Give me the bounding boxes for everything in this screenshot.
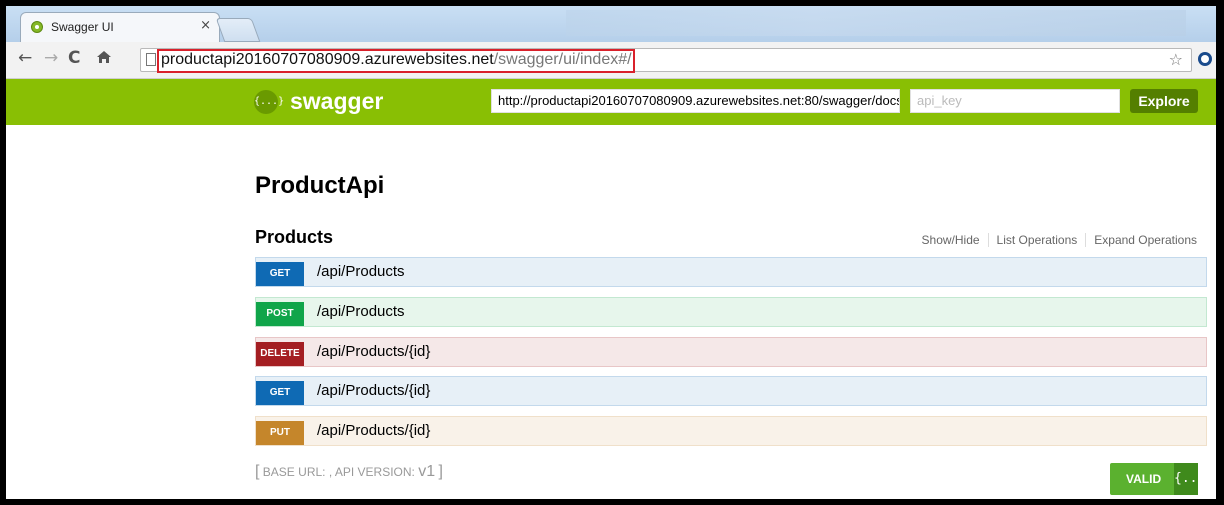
operation-path[interactable]: /api/Products/{id} xyxy=(317,343,430,360)
http-method-badge[interactable]: PUT xyxy=(256,421,304,445)
resource-actions: Show/Hide List Operations Expand Operati… xyxy=(922,233,1197,247)
api-version-label: API VERSION xyxy=(334,465,412,479)
show-hide-link[interactable]: Show/Hide xyxy=(922,233,988,247)
swagger-logo[interactable]: {...} swagger xyxy=(254,88,383,115)
extension-icon[interactable] xyxy=(1196,50,1214,68)
operation-post-products[interactable]: POST /api/Products xyxy=(255,297,1207,327)
bookmark-star-icon[interactable]: ☆ xyxy=(1169,50,1183,69)
swagger-logo-text: swagger xyxy=(290,88,384,114)
url-host: productapi20160707080909.azurewebsites.n… xyxy=(161,51,494,68)
base-url-label: BASE URL xyxy=(262,465,323,479)
http-method-badge[interactable]: GET xyxy=(256,262,304,286)
operation-get-product-by-id[interactable]: GET /api/Products/{id} xyxy=(255,376,1207,406)
explore-button[interactable]: Explore xyxy=(1130,89,1198,113)
api-title: ProductApi xyxy=(255,172,385,199)
browser-toolbar: ← → C productapi20160707080909.azurewebs… xyxy=(6,42,1216,79)
http-method-badge[interactable]: GET xyxy=(256,381,304,405)
operation-delete-product[interactable]: DELETE /api/Products/{id} xyxy=(255,337,1207,367)
url-text[interactable]: productapi20160707080909.azurewebsites.n… xyxy=(161,50,632,70)
api-version-value: v1 xyxy=(418,463,436,480)
bracket-open: [ xyxy=(255,463,260,480)
validator-label: VALID xyxy=(1126,472,1162,486)
api-info-footer: [ BASE URL: , API VERSION: v1 ] xyxy=(255,463,443,481)
swagger-logo-icon: {...} xyxy=(254,89,284,114)
resource-name[interactable]: Products xyxy=(255,227,333,248)
operation-path[interactable]: /api/Products/{id} xyxy=(317,422,430,439)
address-bar[interactable]: productapi20160707080909.azurewebsites.n… xyxy=(140,48,1192,73)
expand-operations-link[interactable]: Expand Operations xyxy=(1085,233,1197,247)
operation-path[interactable]: /api/Products xyxy=(317,303,405,320)
swagger-favicon-icon xyxy=(31,21,43,33)
url-path: /swagger/ui/index#/ xyxy=(493,51,632,68)
page-icon xyxy=(146,53,156,66)
title-bar-background xyxy=(566,10,1186,36)
swagger-header: {...} swagger http://productapi201607070… xyxy=(6,79,1216,125)
new-tab-button[interactable] xyxy=(215,18,261,42)
validator-swagger-icon: {...} xyxy=(1174,463,1213,495)
home-icon[interactable] xyxy=(96,49,112,70)
validator-badge[interactable]: VALID {...} xyxy=(1110,463,1213,495)
reload-icon[interactable]: C xyxy=(68,48,80,68)
http-method-badge[interactable]: DELETE xyxy=(256,342,304,366)
operation-path[interactable]: /api/Products xyxy=(317,263,405,280)
forward-arrow-icon[interactable]: → xyxy=(44,48,58,68)
back-arrow-icon[interactable]: ← xyxy=(18,48,32,68)
base-url-input[interactable]: http://productapi20160707080909.azureweb… xyxy=(491,89,900,113)
tab-strip: Swagger UI × xyxy=(6,6,1216,42)
list-operations-link[interactable]: List Operations xyxy=(987,233,1086,247)
separator: : , xyxy=(322,465,335,479)
operation-put-product[interactable]: PUT /api/Products/{id} xyxy=(255,416,1207,446)
tab-title: Swagger UI xyxy=(51,20,114,34)
browser-tab[interactable]: Swagger UI × xyxy=(20,12,220,42)
operation-path[interactable]: /api/Products/{id} xyxy=(317,382,430,399)
http-method-badge[interactable]: POST xyxy=(256,302,304,326)
operation-get-products[interactable]: GET /api/Products xyxy=(255,257,1207,287)
browser-window: Swagger UI × ← → C productapi20160707080… xyxy=(6,6,1216,499)
api-key-input[interactable]: api_key xyxy=(910,89,1120,113)
tab-close-icon[interactable]: × xyxy=(200,18,211,33)
bracket-close: ] xyxy=(438,463,443,480)
